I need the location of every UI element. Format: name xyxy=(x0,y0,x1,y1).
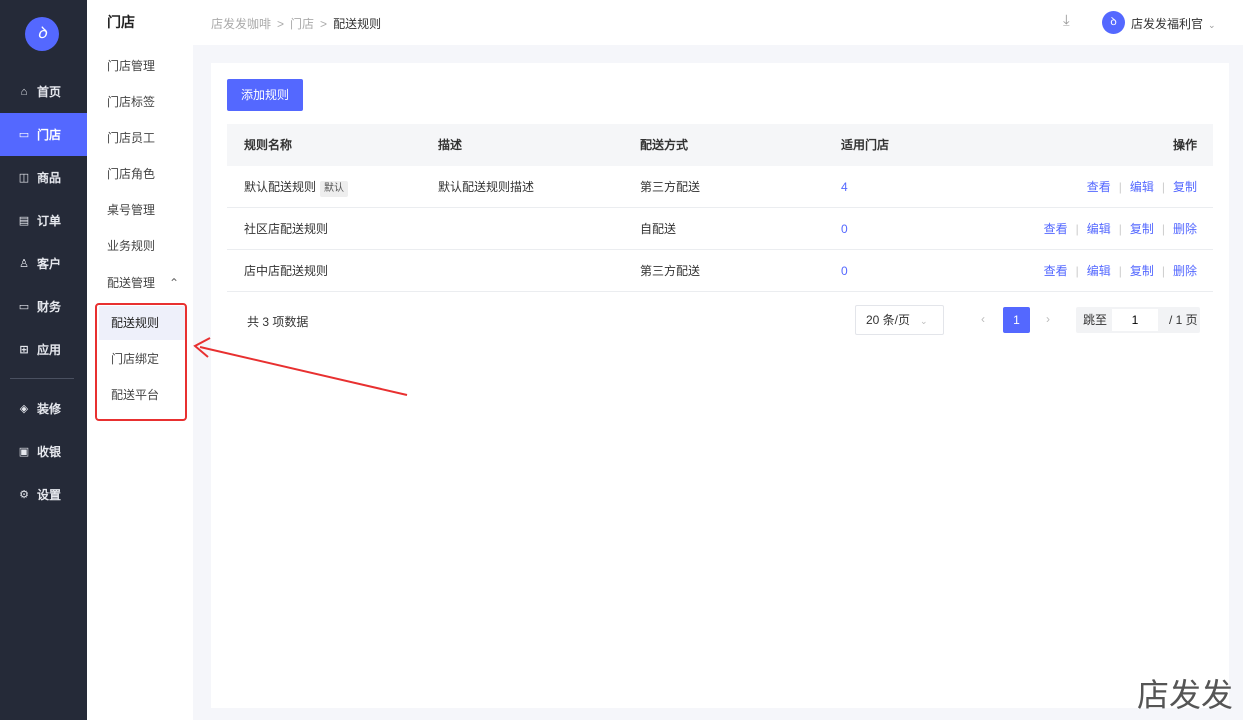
annotation-arrow xyxy=(193,337,408,396)
watermark: 店发发 xyxy=(1136,676,1233,714)
